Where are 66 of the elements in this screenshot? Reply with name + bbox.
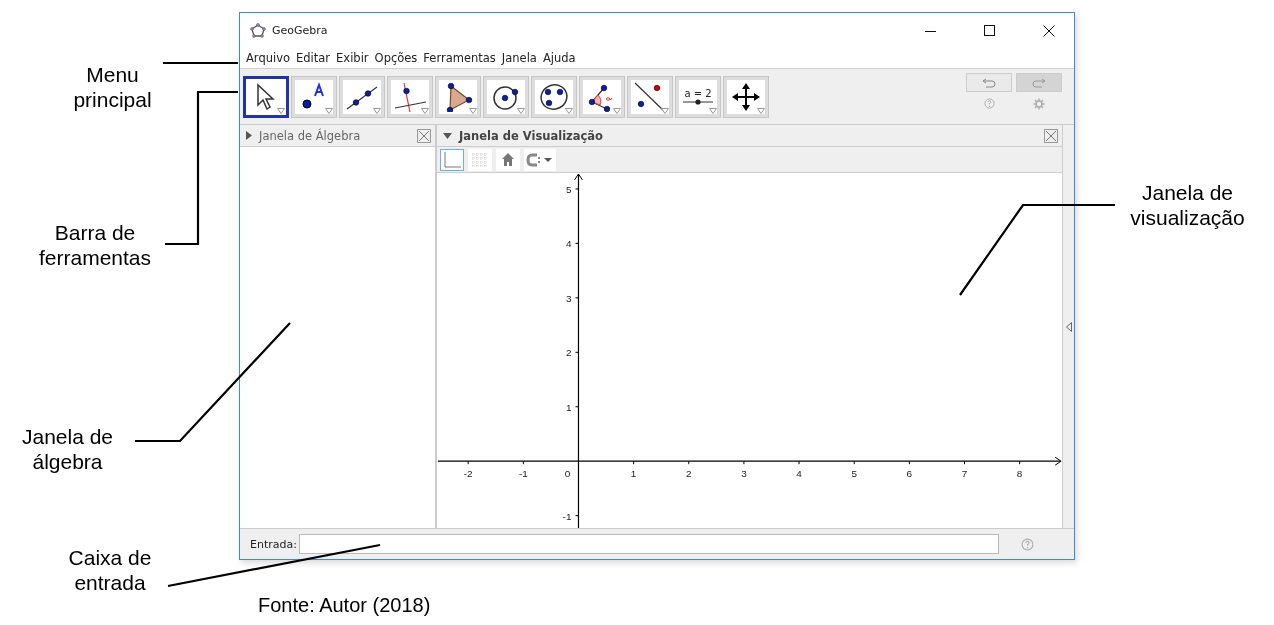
dropdown-triangle-icon xyxy=(661,107,669,114)
axis-label: 2 xyxy=(565,347,572,359)
perpendicular-line-icon xyxy=(394,81,426,112)
annotation-label: Menu principal xyxy=(72,62,153,112)
axis-label: 5 xyxy=(565,183,572,195)
dropdown-triangle-icon xyxy=(517,107,525,114)
ellipse-icon xyxy=(539,81,569,112)
dropdown-triangle-icon xyxy=(565,107,573,114)
pentagon-icon xyxy=(250,22,266,39)
collapsed-triangle-icon[interactable] xyxy=(246,131,252,140)
axis-label: 0 xyxy=(564,468,571,480)
dropdown-triangle-icon xyxy=(277,107,285,114)
axis-label: 1 xyxy=(630,468,637,480)
dropdown-triangle-icon xyxy=(709,107,717,114)
dropdown-triangle-icon xyxy=(421,107,429,114)
menu-item[interactable]: Editar xyxy=(296,51,331,65)
axis-label: 4 xyxy=(565,238,572,250)
annotation-label: Janela de visualização xyxy=(1129,180,1246,230)
dropdown-triangle-icon xyxy=(613,107,621,114)
axis-label: 3 xyxy=(565,292,572,304)
axis-label: 2 xyxy=(686,468,692,480)
menu-item[interactable]: Exibir xyxy=(336,51,369,65)
menu-item[interactable]: Opções xyxy=(374,51,418,65)
axis-label: -2 xyxy=(463,468,473,480)
slider-icon xyxy=(682,99,714,105)
input-label: Entrada: xyxy=(250,537,297,551)
maximize-icon[interactable] xyxy=(984,24,996,37)
dropdown-triangle-icon xyxy=(325,107,333,114)
dropdown-triangle-icon xyxy=(373,107,381,114)
menu-item[interactable]: Ajuda xyxy=(542,51,576,65)
slider-tool-label: a = 2 xyxy=(684,88,712,99)
axis-label: 5 xyxy=(851,468,857,480)
input-field[interactable] xyxy=(298,534,999,554)
undo-icon xyxy=(981,77,997,88)
axis-label: -1 xyxy=(518,468,528,480)
window-title: GeoGebra xyxy=(272,24,328,37)
cursor-arrow-icon xyxy=(256,82,276,111)
redo-icon xyxy=(1031,77,1047,88)
magnet-dropdown-icon[interactable] xyxy=(524,148,556,171)
dropdown-triangle-icon xyxy=(469,107,477,114)
panel-title: Janela de Álgebra xyxy=(259,128,361,143)
axis-label: 7 xyxy=(961,468,968,480)
figure-caption: Fonte: Autor (2018) xyxy=(258,594,431,617)
expanded-triangle-icon[interactable] xyxy=(443,132,452,139)
axis-label: 3 xyxy=(741,468,747,480)
tool-button[interactable]: a = 2 xyxy=(675,75,721,118)
annotation-label: Barra de ferramentas xyxy=(37,220,152,270)
axis-label: 1 xyxy=(565,401,572,413)
dropdown-triangle-icon xyxy=(757,107,765,114)
home-icon[interactable] xyxy=(496,148,520,171)
axis-label: 8 xyxy=(1016,468,1023,480)
close-icon[interactable] xyxy=(1043,24,1055,37)
axis-label: 4 xyxy=(796,468,802,480)
grid-toggle-icon[interactable] xyxy=(468,148,492,171)
axis-label: -1 xyxy=(562,510,572,522)
menu-item[interactable]: Janela xyxy=(501,51,537,65)
move-arrows-icon xyxy=(731,81,761,112)
annotation-label: Caixa de entrada xyxy=(67,545,153,595)
axis-label: 6 xyxy=(906,468,913,480)
tool-button[interactable] xyxy=(243,75,289,118)
menu-item[interactable]: Ferramentas xyxy=(423,51,496,65)
panel-title: Janela de Visualização xyxy=(459,128,603,143)
axes-toggle-icon[interactable] xyxy=(440,148,464,171)
menu-item[interactable]: Arquivo xyxy=(246,51,291,65)
collapsed-triangle-icon[interactable] xyxy=(1065,321,1072,332)
annotation-label: Janela de álgebra xyxy=(20,424,115,474)
